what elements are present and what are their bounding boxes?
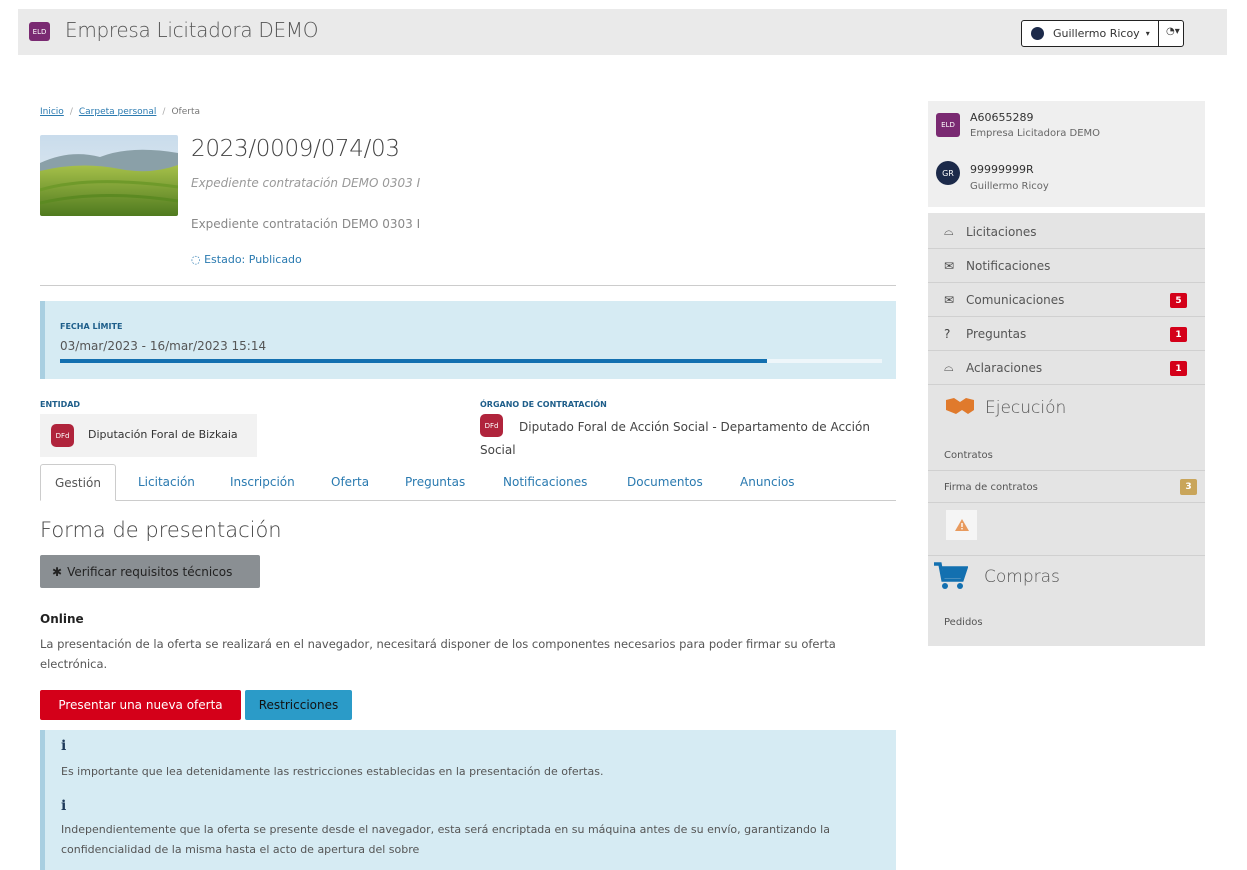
inbox-icon: ⌓ — [944, 224, 954, 238]
compras-title: Compras — [984, 567, 1060, 587]
envelope-icon: ✉ — [944, 292, 955, 307]
breadcrumb: Inicio / Carpeta personal / Oferta — [40, 107, 200, 117]
deadline-progress-bar — [60, 359, 882, 363]
sidebar-item-preguntas[interactable]: ? Preguntas 1 — [928, 317, 1205, 351]
tab-documentos[interactable]: Documentos — [627, 464, 703, 501]
breadcrumb-separator: / — [69, 107, 73, 117]
deadline-dates: 03/mar/2023 - 16/mar/2023 15:14 — [60, 339, 267, 353]
present-offer-button[interactable]: Presentar una nueva oferta — [40, 690, 241, 720]
expediente-number: 2023/0009/074/03 — [191, 136, 400, 162]
sidebar-item-label: Preguntas — [966, 326, 1027, 341]
restrictions-button[interactable]: Restricciones — [245, 690, 352, 720]
user-name-label: Guillermo Ricoy — [1053, 27, 1140, 40]
shopping-cart-icon — [934, 562, 968, 589]
entidad-logo: DFd — [51, 424, 74, 447]
sidebar-item-label: Comunicaciones — [966, 292, 1065, 307]
top-navbar: ELD Empresa Licitadora DEMO Guillermo Ri… — [18, 9, 1227, 55]
entidad-label: ENTIDAD — [40, 400, 81, 409]
chevron-down-icon: ▾ — [1145, 29, 1150, 38]
deadline-panel: FECHA LÍMITE 03/mar/2023 - 16/mar/2023 1… — [40, 301, 896, 379]
count-badge: 3 — [1180, 479, 1197, 495]
estado-label: Estado: — [204, 253, 246, 266]
warning-button[interactable] — [946, 510, 977, 540]
tab-bar: Gestión Licitación Inscripción Oferta Pr… — [40, 464, 896, 501]
ejecucion-title: Ejecución — [985, 398, 1067, 418]
sidebar-item-pedidos[interactable]: Pedidos — [944, 617, 983, 628]
info-panel: i Es importante que lea detenidamente la… — [40, 730, 896, 870]
verify-requirements-button[interactable]: ✱ Verificar requisitos técnicos — [40, 555, 260, 588]
user-card: ELD A60655289 Empresa Licitadora DEMO GR… — [928, 101, 1205, 207]
gear-icon: ✱ — [52, 564, 63, 579]
entidad-name: Diputación Foral de Bizkaia — [88, 428, 238, 441]
language-menu-icon[interactable]: ◔▾ — [1166, 26, 1180, 37]
breadcrumb-inicio[interactable]: Inicio — [40, 107, 64, 117]
breadcrumb-carpeta-personal[interactable]: Carpeta personal — [79, 107, 157, 117]
divider — [40, 285, 896, 286]
tab-anuncios[interactable]: Anuncios — [740, 464, 795, 501]
inbox-icon: ⌓ — [944, 360, 954, 374]
envelope-icon: ✉ — [944, 258, 955, 273]
divider — [928, 470, 1205, 471]
sidebar-item-firma-contratos[interactable]: Firma de contratos — [944, 482, 1038, 493]
user-fullname: Guillermo Ricoy — [970, 181, 1049, 192]
estado-value: Publicado — [248, 253, 302, 266]
question-icon: ? — [944, 326, 951, 341]
count-badge: 1 — [1170, 327, 1187, 342]
count-badge: 1 — [1170, 361, 1187, 376]
count-badge: 5 — [1170, 293, 1187, 308]
verify-requirements-label: Verificar requisitos técnicos — [67, 564, 233, 579]
app-title[interactable]: Empresa Licitadora DEMO — [65, 18, 319, 42]
sidebar-item-contratos[interactable]: Contratos — [944, 450, 993, 461]
online-description: La presentación de la oferta se realizar… — [40, 637, 836, 671]
online-title: Online — [40, 612, 84, 626]
expediente-subtitle: Expediente contratación DEMO 0303 I — [191, 176, 421, 190]
divider — [928, 502, 1205, 503]
breadcrumb-separator: / — [162, 107, 166, 117]
sidebar-item-comunicaciones[interactable]: ✉ Comunicaciones 5 — [928, 283, 1205, 317]
deadline-label: FECHA LÍMITE — [60, 322, 123, 331]
tab-inscripcion[interactable]: Inscripción — [230, 464, 295, 501]
company-name: Empresa Licitadora DEMO — [970, 128, 1101, 139]
deadline-progress-fill — [60, 359, 767, 363]
sidebar-menu: ⌓ Licitaciones ✉ Notificaciones ✉ Comuni… — [928, 213, 1205, 646]
tab-notificaciones[interactable]: Notificaciones — [503, 464, 587, 501]
user-id: 99999999R — [970, 163, 1034, 176]
breadcrumb-current: Oferta — [171, 107, 200, 117]
expediente-description: Expediente contratación DEMO 0303 I — [191, 217, 421, 231]
entidad-card: DFd Diputación Foral de Bizkaia — [40, 414, 257, 457]
organo-name: Diputado Foral de Acción Social - Depart… — [480, 420, 870, 457]
user-avatar: GR — [936, 161, 960, 185]
user-menu-button[interactable]: Guillermo Ricoy ▾ ◔▾ — [1021, 20, 1184, 47]
tab-preguntas[interactable]: Preguntas — [405, 464, 465, 501]
sidebar-item-licitaciones[interactable]: ⌓ Licitaciones — [928, 215, 1205, 249]
sidebar-item-label: Licitaciones — [966, 224, 1037, 239]
company-logo[interactable]: ELD — [29, 22, 50, 41]
divider — [1158, 21, 1159, 46]
sidebar-item-label: Aclaraciones — [966, 360, 1043, 375]
company-badge: ELD — [936, 113, 960, 137]
user-avatar-dot — [1031, 27, 1044, 40]
warning-icon — [954, 519, 969, 531]
tab-licitacion[interactable]: Licitación — [138, 464, 195, 501]
section-title: Forma de presentación — [40, 518, 282, 542]
divider — [928, 555, 1205, 556]
info-text-1: Es importante que lea detenidamente las … — [61, 765, 604, 778]
sidebar-item-aclaraciones[interactable]: ⌓ Aclaraciones 1 — [928, 351, 1205, 385]
info-icon: i — [61, 798, 67, 814]
tab-gestion[interactable]: Gestión — [40, 464, 116, 501]
estado-status: ◌ Estado: Publicado — [191, 253, 302, 266]
company-id: A60655289 — [970, 111, 1034, 124]
info-icon: i — [61, 738, 67, 754]
expediente-thumbnail — [40, 135, 178, 216]
location-pin-icon: ◌ — [191, 253, 201, 266]
handshake-icon — [946, 398, 974, 414]
organo-label: ÓRGANO DE CONTRATACIÓN — [480, 400, 607, 409]
sidebar-item-label: Notificaciones — [966, 258, 1051, 273]
tab-oferta[interactable]: Oferta — [331, 464, 369, 501]
sidebar-item-notificaciones[interactable]: ✉ Notificaciones — [928, 249, 1205, 283]
info-text-2: Independientemente que la oferta se pres… — [61, 823, 830, 856]
